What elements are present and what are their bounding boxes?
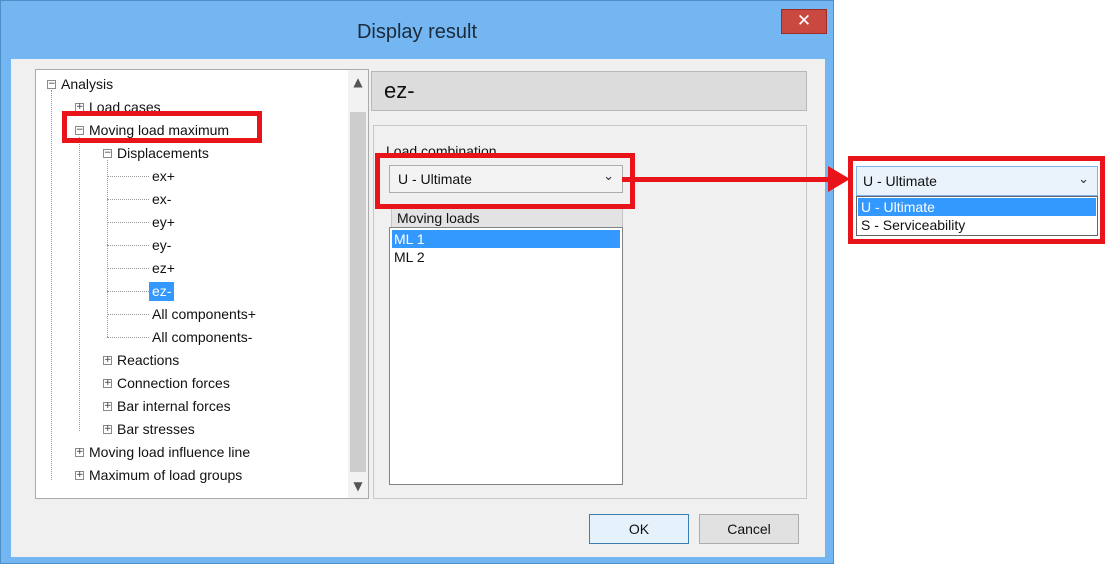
tree-item-bar-internal-forces[interactable]: + Bar internal forces [103,397,234,416]
dropdown-value: U - Ultimate [863,173,937,189]
list-item-ml-2[interactable]: ML 2 [392,248,620,266]
tree-connector [107,245,149,246]
tree-connector [79,137,80,431]
ok-button[interactable]: OK [589,514,689,544]
tree-scrollbar[interactable]: ▲ ▼ [348,70,368,498]
tree-item-label: All components- [152,329,253,345]
tree-connector [107,176,149,177]
highlight-moving-load-maximum [62,111,262,143]
close-button[interactable]: ✕ [781,9,827,34]
tree-item-all-components-minus[interactable]: All components- [149,328,255,347]
expand-icon[interactable]: + [103,356,112,365]
close-icon: ✕ [796,11,812,31]
tree-item-ey-minus[interactable]: ey- [149,236,174,255]
list-item-label: ML 2 [394,249,425,265]
tree-connector [107,314,149,315]
scroll-up-icon[interactable]: ▲ [348,72,368,92]
option-label: U - Ultimate [861,199,935,215]
tree-item-ex-plus[interactable]: ex+ [149,167,178,186]
list-item-label: ML 1 [394,231,425,247]
highlight-load-combination [375,153,635,209]
tree-item-bar-stresses[interactable]: + Bar stresses [103,420,198,439]
tree-item-analysis[interactable]: − Analysis [47,75,116,94]
tree-item-all-components-plus[interactable]: All components+ [149,305,259,324]
arrow-line [622,177,832,182]
tree-connector [107,268,149,269]
load-combination-select-open[interactable]: U - Ultimate ⌄ [856,166,1098,196]
tree-item-label: Bar stresses [117,421,195,437]
load-combination-dropdown-open: U - Ultimate ⌄ U - Ultimate S - Servicea… [856,166,1098,236]
tree-item-label: Maximum of load groups [89,467,243,483]
collapse-icon[interactable]: − [47,80,56,89]
display-result-dialog: Display result ✕ − Analysis + Load cases… [0,0,834,564]
tree-item-ez-minus[interactable]: ez- [149,282,175,301]
tree-item-ex-minus[interactable]: ex- [149,190,174,209]
expand-icon[interactable]: + [75,448,84,457]
tree-item-label: Reactions [117,352,180,368]
option-label: S - Serviceability [861,217,966,233]
tree-item-ez-plus[interactable]: ez+ [149,259,178,278]
tree-item-maximum-of-load-groups[interactable]: + Maximum of load groups [75,466,245,485]
tree-item-label: Bar internal forces [117,398,231,414]
tree-item-label: ez- [149,282,175,301]
moving-loads-header-label: Moving loads [397,210,480,226]
list-item-ml-1[interactable]: ML 1 [392,230,620,248]
tree-item-label: ex+ [152,168,175,184]
tree-item-reactions[interactable]: + Reactions [103,351,182,370]
option-ultimate[interactable]: U - Ultimate [858,198,1096,216]
tree-item-ey-plus[interactable]: ey+ [149,213,178,232]
tree-item-label: All components+ [152,306,256,322]
dialog-title: Display result [356,21,478,43]
tree-connector [51,90,52,480]
tree-item-label: ey+ [152,214,175,230]
expand-icon[interactable]: + [103,425,112,434]
tree-connector [107,160,108,337]
moving-loads-list[interactable]: ML 1 ML 2 [389,227,623,485]
option-serviceability[interactable]: S - Serviceability [858,216,1096,234]
result-heading: ez- [384,78,415,103]
tree-connector [107,222,149,223]
collapse-icon[interactable]: − [103,149,112,158]
tree-item-label: Displacements [117,145,209,161]
tree-item-label: ey- [152,237,172,253]
tree-item-label: Analysis [61,76,114,92]
tree-item-label: Connection forces [117,375,230,391]
tree-connector [107,199,149,200]
cancel-button[interactable]: Cancel [699,514,799,544]
expand-icon[interactable]: + [103,402,112,411]
expand-icon[interactable]: + [103,379,112,388]
moving-loads-header: Moving loads [391,207,623,229]
tree-connector [107,291,149,292]
expand-icon[interactable]: + [75,471,84,480]
tree-item-connection-forces[interactable]: + Connection forces [103,374,233,393]
scroll-thumb[interactable] [350,112,366,472]
scroll-down-icon[interactable]: ▼ [348,476,368,496]
title-bar[interactable]: Display result ✕ [1,1,833,61]
tree-item-label: ez+ [152,260,175,276]
arrow-right-icon [828,166,850,192]
tree-item-displacements[interactable]: − Displacements [103,144,212,163]
tree-item-label: ex- [152,191,172,207]
chevron-down-icon: ⌄ [1078,172,1089,187]
tree-item-moving-load-influence-line[interactable]: + Moving load influence line [75,443,253,462]
tree-item-label: Moving load influence line [89,444,251,460]
result-heading-bar: ez- [371,71,807,111]
dropdown-options: U - Ultimate S - Serviceability [856,196,1098,236]
tree-connector [107,337,149,338]
